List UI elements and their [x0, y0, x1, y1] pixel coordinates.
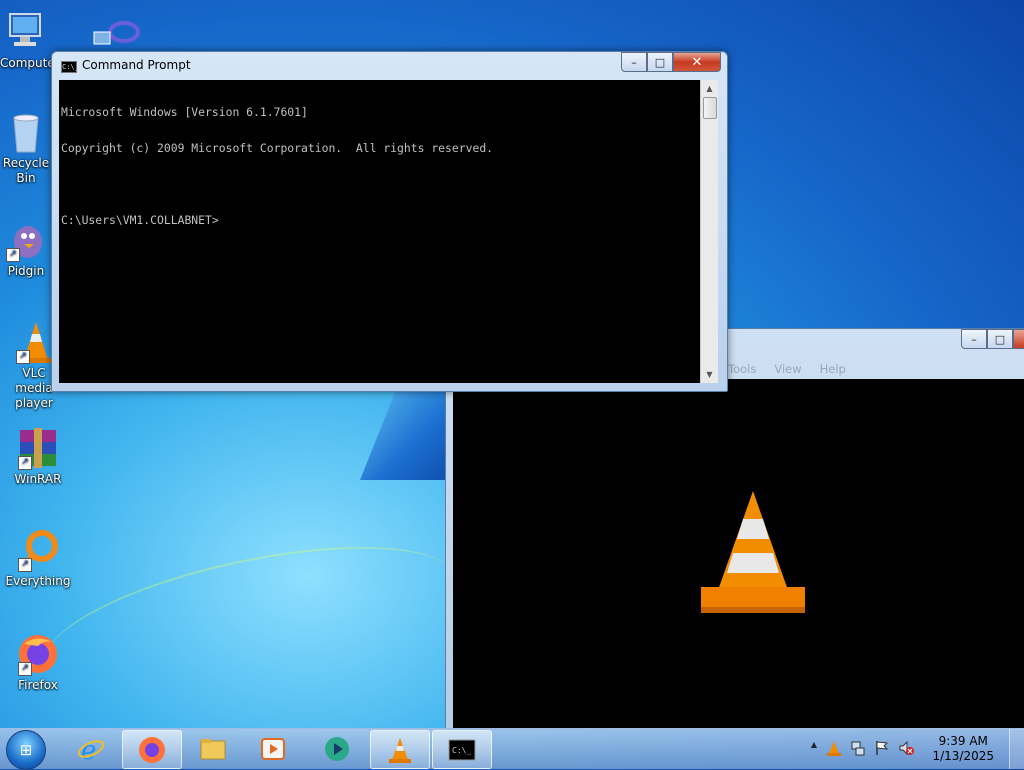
svg-text:C:\_: C:\_ — [452, 746, 471, 755]
vlc-menubar: Tools View Help — [728, 362, 846, 376]
svg-text:e: e — [81, 736, 96, 763]
taskbar-media-player[interactable] — [244, 730, 302, 767]
folder-icon — [200, 739, 226, 760]
shortcut-arrow-icon: ↗ — [18, 558, 32, 572]
tray-expand-icon[interactable]: ▲ — [806, 740, 822, 756]
vlc-maximize-button[interactable]: □ — [987, 329, 1013, 349]
desktop-icon-recycle-bin[interactable]: Recycle Bin — [0, 110, 52, 186]
desktop-icon-label: Computer — [0, 56, 52, 70]
tray-vlc-icon[interactable] — [826, 740, 842, 756]
desktop-icon-firefox[interactable]: ↗ Firefox — [2, 632, 74, 693]
vlc-menu-view[interactable]: View — [774, 362, 801, 376]
app-circle-icon — [325, 737, 349, 761]
cmd-console[interactable]: Microsoft Windows [Version 6.1.7601] Cop… — [59, 80, 718, 383]
cmd-titlebar[interactable]: C:\_ Command Prompt – □ ✕ — [52, 52, 727, 80]
pidgin-icon: ↗ — [4, 218, 48, 262]
computer-icon — [4, 10, 48, 54]
cmd-maximize-button[interactable]: □ — [647, 52, 673, 72]
vlc-menu-help[interactable]: Help — [820, 362, 846, 376]
cmd-line: Copyright (c) 2009 Microsoft Corporation… — [61, 141, 494, 155]
vlc-cone-logo — [701, 491, 805, 613]
vlc-menu-tools[interactable]: Tools — [728, 362, 756, 376]
desktop-icon-everything[interactable]: ↗ Everything — [2, 528, 74, 589]
taskbar: ⊞ e C:\_ ▲ 9:39 AM 1/13/2025 — [0, 728, 1024, 770]
network-icon[interactable] — [90, 18, 142, 52]
winrar-icon: ↗ — [16, 426, 60, 470]
desktop-icon-label: Everything — [5, 574, 71, 588]
taskbar-firefox[interactable] — [122, 730, 182, 769]
cmd-prompt-line[interactable]: C:\Users\VM1.COLLABNET> — [61, 214, 493, 226]
vlc-cone-icon — [389, 738, 411, 763]
clock-time: 9:39 AM — [938, 734, 988, 748]
firefox-icon: ↗ — [16, 632, 60, 676]
vlc-minimize-button[interactable]: – — [961, 329, 987, 349]
shortcut-arrow-icon: ↗ — [18, 662, 32, 676]
media-player-icon — [261, 738, 285, 760]
vlc-caption-buttons: – □ — [961, 329, 1024, 349]
volume-muted-icon[interactable] — [898, 740, 914, 756]
desktop-icon-label: Pidgin — [7, 264, 45, 278]
desktop-icon-winrar[interactable]: ↗ WinRAR — [2, 426, 74, 487]
cmd-scrollbar[interactable]: ▲ ▼ — [700, 80, 718, 383]
clock-date: 1/13/2025 — [932, 749, 994, 763]
desktop-icon-pidgin[interactable]: ↗ Pidgin — [0, 218, 52, 279]
taskbar-command-prompt[interactable]: C:\_ — [432, 730, 492, 769]
firefox-icon — [139, 737, 165, 763]
network-tray-icon[interactable] — [850, 740, 866, 756]
cmd-minimize-button[interactable]: – — [621, 52, 647, 72]
taskbar-internet-explorer[interactable]: e — [62, 730, 120, 767]
shortcut-arrow-icon: ↗ — [18, 456, 32, 470]
action-center-flag-icon[interactable] — [874, 740, 890, 756]
cmd-output: Microsoft Windows [Version 6.1.7601] Cop… — [61, 82, 493, 250]
recycle-bin-icon — [4, 110, 48, 154]
command-prompt-window[interactable]: C:\_ Command Prompt – □ ✕ Microsoft Wind… — [51, 51, 728, 392]
scroll-down-icon[interactable]: ▼ — [701, 366, 718, 383]
wallpaper-flag — [360, 390, 450, 480]
cmd-close-button[interactable]: ✕ — [673, 52, 721, 72]
shortcut-arrow-icon: ↗ — [6, 248, 20, 262]
cmd-title: Command Prompt — [82, 58, 191, 72]
cmd-caption-buttons: – □ ✕ — [621, 52, 721, 72]
start-button[interactable]: ⊞ — [6, 730, 46, 770]
cmd-line — [61, 178, 493, 190]
desktop-icon-label: Firefox — [18, 678, 58, 692]
cmd-line: Microsoft Windows [Version 6.1.7601] — [61, 105, 308, 119]
vlc-close-button[interactable] — [1013, 329, 1024, 349]
wallpaper-streak — [31, 517, 469, 725]
scroll-up-icon[interactable]: ▲ — [701, 80, 718, 97]
taskbar-clock[interactable]: 9:39 AM 1/13/2025 — [932, 734, 994, 764]
internet-explorer-icon: e — [77, 736, 105, 763]
show-desktop-button[interactable] — [1009, 729, 1024, 769]
shortcut-arrow-icon: ↗ — [16, 350, 30, 364]
taskbar-file-explorer[interactable] — [184, 730, 242, 767]
cmd-app-icon[interactable]: C:\_ — [61, 61, 79, 73]
taskbar-vlc[interactable] — [370, 730, 430, 769]
command-prompt-icon: C:\_ — [448, 739, 476, 761]
everything-icon: ↗ — [16, 528, 60, 572]
system-tray: ▲ 9:39 AM 1/13/2025 — [804, 729, 1024, 769]
scroll-thumb[interactable] — [703, 97, 717, 119]
desktop-icon-label: WinRAR — [14, 472, 62, 486]
desktop-icon-label: Recycle Bin — [2, 156, 50, 185]
taskbar-app-circle[interactable] — [308, 730, 366, 767]
vlc-video-area[interactable] — [453, 379, 1024, 729]
desktop-icon-computer[interactable]: Computer — [0, 10, 52, 71]
